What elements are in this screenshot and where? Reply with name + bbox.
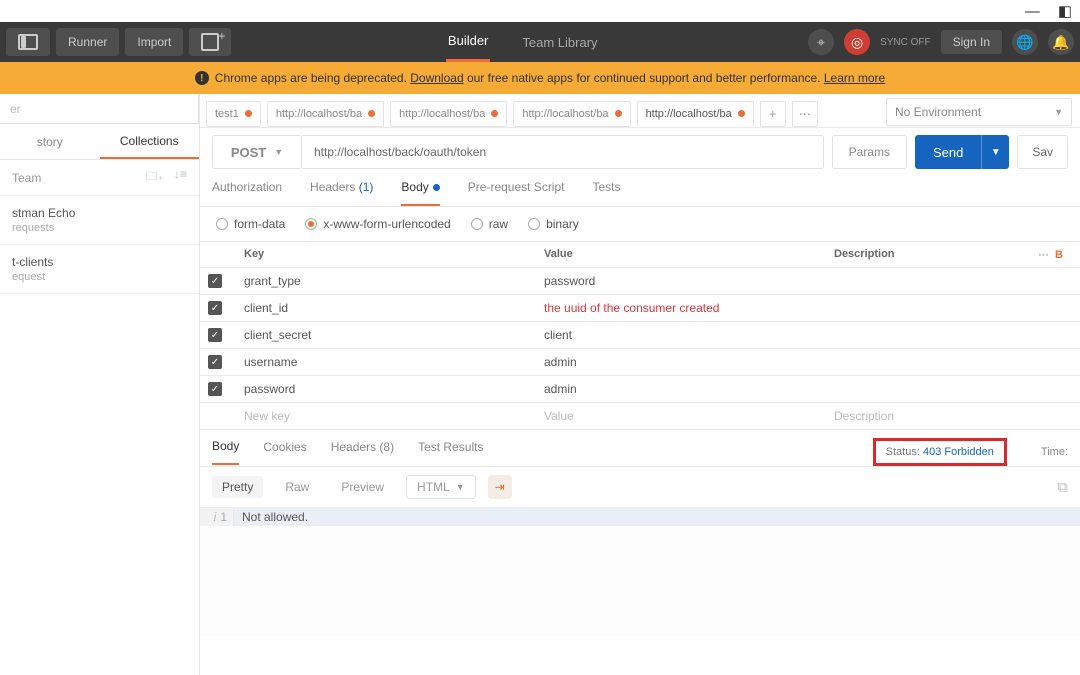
window-maximize-icon[interactable]: ◧ [1058, 4, 1072, 19]
sync-status-icon[interactable]: ◎ [844, 29, 870, 55]
warning-icon: ! [195, 71, 209, 85]
builder-tab[interactable]: Builder [446, 22, 490, 62]
send-dropdown[interactable]: ▼ [981, 135, 1009, 169]
window-minimize-icon[interactable]: — [1025, 4, 1040, 19]
headers-tab[interactable]: Headers (1) [310, 180, 373, 206]
response-tests-tab[interactable]: Test Results [418, 440, 483, 464]
row-checkbox[interactable]: ✓ [208, 355, 222, 369]
send-button[interactable]: Send▼ [915, 135, 1009, 169]
col-value: Value [536, 242, 826, 267]
table-row[interactable]: ✓client_idthe uuid of the consumer creat… [200, 295, 1080, 322]
table-row[interactable]: ✓passwordadmin [200, 376, 1080, 403]
response-body-tab[interactable]: Body [212, 439, 239, 465]
runner-button[interactable]: Runner [56, 28, 119, 56]
body-indicator-icon [433, 184, 440, 191]
environment-select[interactable]: No Environment▼ [886, 98, 1072, 126]
dirty-dot-icon [368, 110, 375, 117]
table-row[interactable]: ✓usernameadmin [200, 349, 1080, 376]
download-link[interactable]: Download [410, 71, 463, 85]
settings-icon[interactable]: 🌐 [1012, 29, 1038, 55]
copy-response-icon[interactable]: ⧉ [1057, 479, 1068, 496]
table-row[interactable]: ✓grant_typepassword [200, 268, 1080, 295]
new-tab-icon [201, 33, 219, 51]
col-key: Key [236, 242, 536, 267]
collection-item[interactable]: t-clientsequest [0, 245, 199, 294]
new-tab-button[interactable] [189, 28, 231, 56]
chevron-down-icon: ▼ [1054, 107, 1063, 117]
request-tab[interactable]: test1 [206, 101, 261, 127]
add-tab-button[interactable]: + [760, 101, 786, 127]
chevron-down-icon: ▼ [456, 482, 465, 492]
response-time: Time: [1031, 446, 1068, 458]
response-headers-tab[interactable]: Headers (8) [331, 440, 394, 464]
import-button[interactable]: Import [125, 28, 183, 56]
authorization-tab[interactable]: Authorization [212, 180, 282, 206]
preview-view[interactable]: Preview [331, 476, 394, 498]
col-description: Description [826, 242, 1030, 267]
table-row-new[interactable]: New keyValueDescription [200, 403, 1080, 430]
notifications-icon[interactable]: 🔔 [1048, 29, 1074, 55]
history-tab[interactable]: story [0, 124, 100, 159]
chevron-down-icon: ▼ [274, 147, 283, 157]
row-checkbox[interactable]: ✓ [208, 328, 222, 342]
request-tab[interactable]: http://localhost/ba [267, 101, 384, 127]
table-row[interactable]: ✓client_secretclient [200, 322, 1080, 349]
sidebar-icon [18, 34, 38, 50]
bulk-edit-button[interactable]: ⋯B [1030, 242, 1080, 267]
request-tab[interactable]: http://localhost/ba [637, 101, 754, 127]
sort-icon[interactable]: ↓≡ [174, 167, 187, 188]
response-cookies-tab[interactable]: Cookies [263, 440, 306, 464]
dirty-dot-icon [738, 110, 745, 117]
toggle-sidebar-button[interactable] [6, 28, 50, 56]
sign-in-button[interactable]: Sign In [941, 30, 1002, 54]
row-checkbox[interactable]: ✓ [208, 274, 222, 288]
request-tab[interactable]: http://localhost/ba [513, 101, 630, 127]
dirty-dot-icon [615, 110, 622, 117]
pre-request-tab[interactable]: Pre-request Script [468, 180, 565, 206]
url-input[interactable]: http://localhost/back/oauth/token [302, 135, 824, 169]
row-checkbox[interactable]: ✓ [208, 301, 222, 315]
body-params-table: Key Value Description ⋯B ✓grant_typepass… [200, 241, 1080, 430]
response-text[interactable]: Not allowed. [234, 508, 1080, 526]
body-tab[interactable]: Body [401, 180, 439, 206]
sync-label: SYNC OFF [880, 37, 931, 48]
method-select[interactable]: POST▼ [212, 135, 302, 169]
raw-radio[interactable]: raw [471, 217, 508, 231]
save-button[interactable]: Sav [1017, 135, 1068, 169]
format-select[interactable]: HTML▼ [406, 475, 476, 499]
dirty-dot-icon [491, 110, 498, 117]
pretty-view[interactable]: Pretty [212, 476, 263, 498]
deprecation-banner: ! Chrome apps are being deprecated. Down… [0, 62, 1080, 94]
response-status: Status: 403 Forbidden [873, 438, 1007, 466]
team-library-tab[interactable]: Team Library [520, 22, 599, 62]
params-button[interactable]: Params [832, 135, 907, 169]
binary-radio[interactable]: binary [528, 217, 579, 231]
request-tab[interactable]: http://localhost/ba [390, 101, 507, 127]
dirty-dot-icon [245, 110, 252, 117]
learn-more-link[interactable]: Learn more [824, 71, 885, 85]
collections-tab[interactable]: Collections [100, 124, 200, 159]
xwww-radio[interactable]: x-www-form-urlencoded [305, 217, 450, 231]
team-label: Team [12, 171, 41, 185]
response-body: i1 Not allowed. [200, 507, 1080, 636]
tab-overflow-button[interactable]: ⋯ [792, 101, 818, 127]
tests-tab[interactable]: Tests [592, 180, 620, 206]
form-data-radio[interactable]: form-data [216, 217, 285, 231]
filter-input[interactable]: er [0, 94, 199, 124]
raw-view[interactable]: Raw [275, 476, 319, 498]
add-folder-icon[interactable]: 🗀₊ [146, 167, 164, 188]
capture-icon[interactable]: ⌖ [808, 29, 834, 55]
wrap-lines-icon[interactable]: ⇥ [488, 475, 512, 499]
collection-item[interactable]: stman Echorequests [0, 196, 199, 245]
row-checkbox[interactable]: ✓ [208, 382, 222, 396]
